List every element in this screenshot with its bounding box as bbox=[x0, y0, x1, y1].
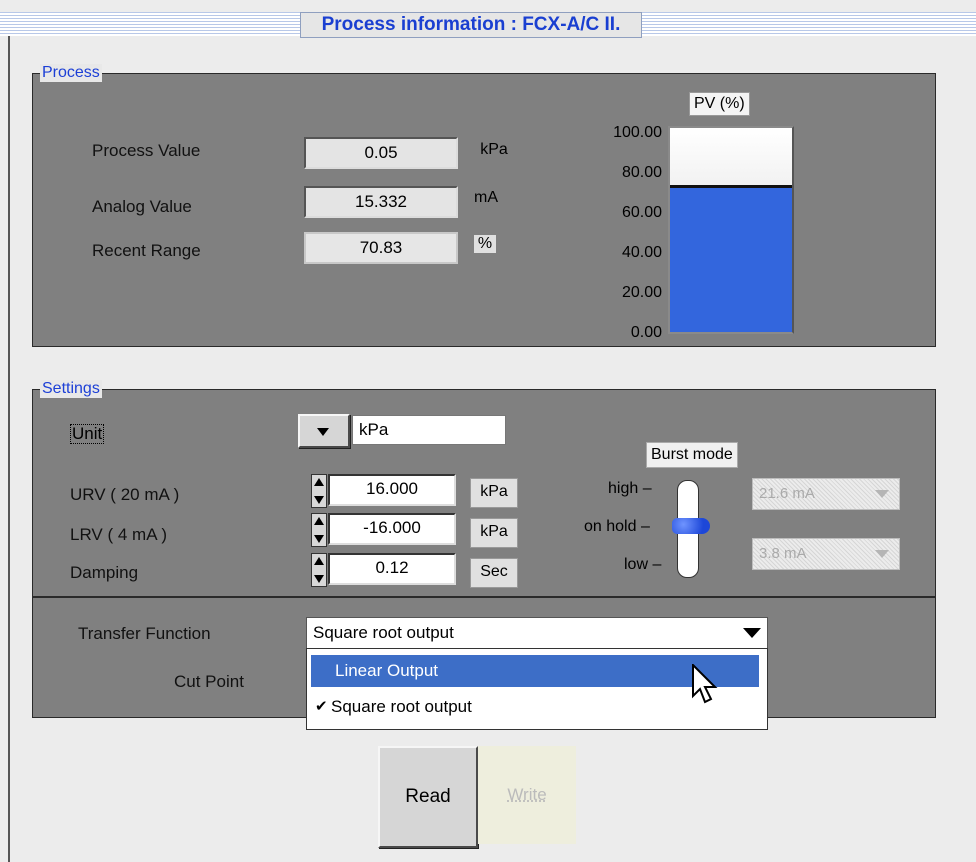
spin-up-icon bbox=[314, 517, 324, 525]
pv-gauge-label: PV (%) bbox=[689, 92, 750, 116]
analog-value-label: Analog Value bbox=[92, 197, 192, 216]
damping-spinner[interactable] bbox=[311, 553, 327, 587]
burst-high-label: high – bbox=[608, 480, 652, 497]
urv-unit: kPa bbox=[470, 478, 518, 508]
write-button: Write bbox=[478, 746, 576, 844]
pv-gauge-ticks: 100.00 80.00 60.00 40.00 20.00 0.00 bbox=[576, 124, 662, 344]
lrv-unit: kPa bbox=[470, 518, 518, 548]
spin-down-icon bbox=[314, 496, 324, 504]
analog-value-field: 15.332 bbox=[304, 186, 458, 218]
chevron-down-icon bbox=[875, 550, 889, 558]
unit-dropdown-button[interactable] bbox=[298, 414, 350, 448]
process-group-label: Process bbox=[40, 64, 102, 82]
window-title: Process information : FCX-A/C II. bbox=[300, 12, 642, 38]
pv-tick: 80.00 bbox=[621, 164, 662, 181]
damping-field[interactable]: 0.12 bbox=[328, 553, 456, 585]
lrv-field[interactable]: -16.000 bbox=[328, 513, 456, 545]
pv-tick: 20.00 bbox=[621, 284, 662, 301]
lrv-label: LRV ( 4 mA ) bbox=[70, 525, 167, 544]
mouse-pointer-icon bbox=[692, 664, 718, 704]
pv-tick: 0.00 bbox=[630, 324, 662, 341]
urv-label: URV ( 20 mA ) bbox=[70, 485, 180, 504]
unit-field[interactable]: kPa bbox=[352, 415, 506, 445]
settings-group-label: Settings bbox=[40, 380, 102, 398]
urv-field[interactable]: 16.000 bbox=[328, 474, 456, 506]
pv-gauge-fill bbox=[670, 184, 792, 332]
cut-point-label: Cut Point bbox=[174, 672, 244, 691]
recent-range-label: Recent Range bbox=[92, 241, 201, 260]
burst-low-select: 3.8 mA bbox=[752, 538, 900, 570]
burst-onhold-label: on hold – bbox=[584, 518, 650, 535]
damping-unit: Sec bbox=[470, 558, 518, 588]
recent-range-unit: % bbox=[474, 235, 496, 253]
chevron-down-icon bbox=[875, 490, 889, 498]
pv-tick: 100.00 bbox=[613, 124, 662, 141]
spin-up-icon bbox=[314, 557, 324, 565]
burst-low-label: low – bbox=[624, 556, 662, 573]
settings-divider bbox=[32, 596, 936, 598]
recent-range-field: 70.83 bbox=[304, 232, 458, 264]
process-value-field: 0.05 bbox=[304, 137, 458, 169]
urv-spinner[interactable] bbox=[311, 474, 327, 508]
transfer-function-label: Transfer Function bbox=[78, 624, 211, 643]
chevron-down-icon bbox=[317, 428, 329, 436]
lrv-spinner[interactable] bbox=[311, 513, 327, 547]
pv-tick: 60.00 bbox=[621, 204, 662, 221]
chevron-down-icon bbox=[743, 628, 761, 638]
burst-high-select: 21.6 mA bbox=[752, 478, 900, 510]
pv-tick: 40.00 bbox=[621, 244, 662, 261]
burst-mode-label: Burst mode bbox=[646, 442, 738, 468]
burst-mode-switch-knob[interactable] bbox=[672, 518, 710, 534]
spin-up-icon bbox=[314, 478, 324, 486]
check-icon: ✔ bbox=[315, 698, 328, 715]
process-value-label: Process Value bbox=[92, 141, 201, 160]
analog-value-unit: mA bbox=[474, 189, 498, 206]
damping-label: Damping bbox=[70, 563, 139, 582]
transfer-function-value: Square root output bbox=[313, 623, 454, 642]
spin-down-icon bbox=[314, 575, 324, 583]
transfer-function-select[interactable]: Square root output bbox=[306, 617, 768, 649]
pv-gauge-tank bbox=[668, 126, 794, 334]
spin-down-icon bbox=[314, 535, 324, 543]
read-button[interactable]: Read bbox=[378, 746, 478, 848]
unit-label: Unit bbox=[70, 424, 105, 444]
process-value-unit: kPa bbox=[480, 141, 508, 158]
